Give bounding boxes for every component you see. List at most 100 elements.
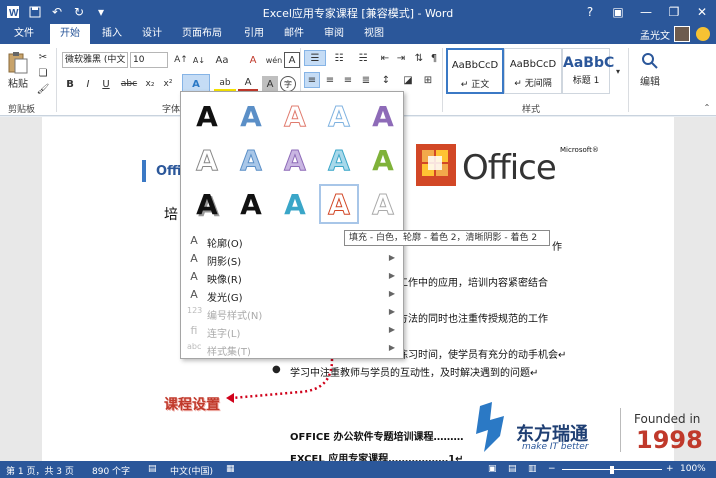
tab-references[interactable]: 引用: [236, 24, 272, 44]
style-normal[interactable]: AaBbCcD ↵ 正文: [446, 48, 504, 94]
clear-format-button[interactable]: A: [244, 52, 262, 68]
styles-group-label: 样式: [522, 105, 541, 115]
zoom-out-icon[interactable]: −: [548, 464, 556, 474]
align-center-icon[interactable]: ≡: [322, 72, 338, 88]
menu-item-label: 发光(G): [207, 293, 243, 304]
style-heading-1[interactable]: AaBbC 标题 1: [562, 48, 614, 94]
menu-item-shadow[interactable]: A 阴影(S) ▶: [181, 250, 405, 268]
cut-icon[interactable]: ✂: [36, 50, 50, 64]
proofing-icon[interactable]: ▤: [148, 464, 157, 474]
format-painter-icon[interactable]: 🖌: [36, 82, 50, 96]
web-layout-icon[interactable]: ▥: [528, 464, 537, 474]
zoom-slider-handle[interactable]: [610, 466, 614, 474]
font-name-select[interactable]: 微软雅黑 (中文: [62, 52, 128, 68]
justify-icon[interactable]: ≣: [358, 72, 374, 88]
italic-button[interactable]: I: [80, 76, 96, 92]
effect-cell[interactable]: A: [319, 96, 359, 136]
copy-icon[interactable]: ❏: [36, 66, 50, 80]
collapse-ribbon-icon[interactable]: ⌃: [702, 102, 712, 112]
bold-button[interactable]: B: [62, 76, 78, 92]
highlight-button[interactable]: ab: [214, 76, 236, 92]
tab-review[interactable]: 审阅: [316, 24, 352, 44]
help-icon[interactable]: ?: [576, 0, 604, 24]
tab-home[interactable]: 开始: [50, 24, 90, 44]
editing-button[interactable]: 编辑: [636, 74, 664, 88]
superscript-button[interactable]: x²: [160, 76, 176, 92]
underline-button[interactable]: U: [98, 76, 114, 92]
effect-cell[interactable]: A: [187, 96, 227, 136]
font-size-select[interactable]: 10: [130, 52, 168, 68]
char-shading-button[interactable]: A: [262, 76, 278, 92]
effect-cell[interactable]: A: [275, 140, 315, 180]
minimize-icon[interactable]: —: [632, 0, 660, 24]
numbering-icon[interactable]: ☷: [328, 50, 350, 66]
show-marks-icon[interactable]: ¶: [428, 50, 440, 66]
read-mode-icon[interactable]: ▣: [488, 464, 497, 474]
menu-item-reflection[interactable]: A 映像(R) ▶: [181, 268, 405, 286]
multilevel-list-icon[interactable]: ☵: [352, 50, 374, 66]
avatar[interactable]: [674, 26, 690, 42]
page-count[interactable]: 第 1 页，共 3 页: [6, 464, 74, 477]
effect-cell[interactable]: A: [187, 140, 227, 180]
effect-cell[interactable]: A: [231, 96, 271, 136]
restore-icon[interactable]: ❐: [660, 0, 688, 24]
decrease-indent-icon[interactable]: ⇤: [378, 50, 392, 66]
effect-cell[interactable]: A: [187, 184, 227, 224]
find-icon[interactable]: [638, 50, 662, 72]
tab-design[interactable]: 设计: [134, 24, 170, 44]
print-layout-icon[interactable]: ▤: [508, 464, 517, 474]
menu-item-number-style[interactable]: 123 编号样式(N) ▶: [181, 304, 405, 322]
paste-icon[interactable]: [6, 50, 30, 76]
style-no-spacing[interactable]: AaBbCcD ↵ 无间隔: [504, 48, 562, 94]
effect-cell[interactable]: A: [275, 96, 315, 136]
effect-cell[interactable]: A: [231, 140, 271, 180]
tab-file[interactable]: 文件: [0, 24, 48, 44]
align-right-icon[interactable]: ≡: [340, 72, 356, 88]
effect-cell[interactable]: A: [363, 96, 403, 136]
styles-more-icon[interactable]: ▾: [612, 48, 624, 94]
change-case-button[interactable]: Aa: [212, 52, 232, 68]
tab-page-layout[interactable]: 页面布局: [174, 24, 230, 44]
font-color-button[interactable]: A: [238, 76, 258, 92]
grow-font-button[interactable]: A↑: [172, 52, 190, 68]
menu-item-stylistic-sets[interactable]: abc 样式集(T) ▶: [181, 340, 405, 358]
char-border-button[interactable]: A: [284, 52, 300, 68]
enclose-char-button[interactable]: 字: [280, 76, 296, 92]
effect-cell[interactable]: A: [363, 184, 403, 224]
tab-mailings[interactable]: 邮件: [276, 24, 312, 44]
menu-item-ligatures[interactable]: fi 连字(L) ▶: [181, 322, 405, 340]
paste-button[interactable]: 粘贴: [4, 76, 32, 90]
tab-view[interactable]: 视图: [356, 24, 392, 44]
shading-icon[interactable]: ◪: [400, 72, 416, 88]
divider: [56, 48, 57, 112]
effect-cell[interactable]: A: [319, 140, 359, 180]
menu-item-label: 样式集(T): [207, 347, 251, 358]
borders-icon[interactable]: ⊞: [420, 72, 436, 88]
menu-item-glow[interactable]: A 发光(G) ▶: [181, 286, 405, 304]
shrink-font-button[interactable]: A↓: [190, 52, 208, 68]
line-spacing-icon[interactable]: ↕: [378, 72, 394, 88]
zoom-in-icon[interactable]: +: [666, 464, 674, 474]
style-name: 标题 1: [572, 76, 600, 86]
close-icon[interactable]: ✕: [688, 0, 716, 24]
effect-cell[interactable]: A: [231, 184, 271, 224]
tab-insert[interactable]: 插入: [94, 24, 130, 44]
effect-cell[interactable]: A: [363, 140, 403, 180]
effect-cell[interactable]: A: [275, 184, 315, 224]
phonetic-guide-button[interactable]: wén: [264, 52, 284, 68]
microsoft-label: Microsoft®: [560, 146, 599, 154]
word-count[interactable]: 890 个字: [92, 464, 130, 477]
language[interactable]: 中文(中国): [170, 464, 213, 477]
strikethrough-button[interactable]: abc: [118, 76, 140, 92]
zoom-level[interactable]: 100%: [680, 464, 706, 474]
feedback-smile-icon[interactable]: [696, 27, 710, 41]
increase-indent-icon[interactable]: ⇥: [394, 50, 408, 66]
align-left-icon[interactable]: ≡: [304, 72, 320, 88]
sort-icon[interactable]: ⇅: [412, 50, 426, 66]
bullets-icon[interactable]: ☰: [304, 50, 326, 66]
subscript-button[interactable]: x₂: [142, 76, 158, 92]
user-name[interactable]: 孟光文: [640, 27, 670, 42]
macro-icon[interactable]: ▦: [226, 464, 235, 474]
ribbon-options-icon[interactable]: ▣: [604, 0, 632, 24]
effect-cell-selected[interactable]: A: [319, 184, 359, 224]
